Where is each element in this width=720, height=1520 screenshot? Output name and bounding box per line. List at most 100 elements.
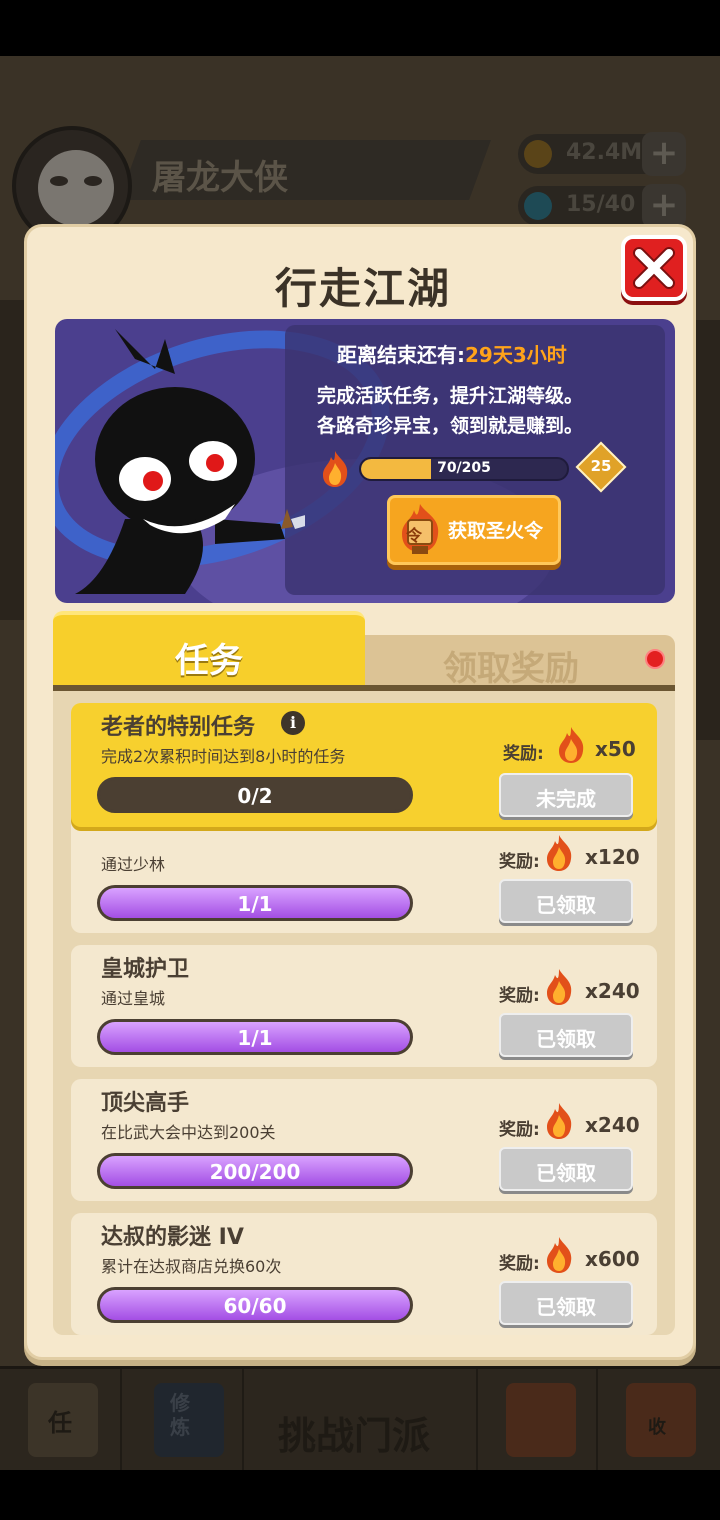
task-name: 皇城护卫 [101, 957, 190, 982]
reward-quantity: x50 [595, 737, 636, 761]
flame-icon [541, 1101, 577, 1145]
flame-icon [541, 967, 577, 1011]
task-status-button[interactable]: 已领取 [499, 1281, 633, 1325]
reward-quantity: x600 [585, 1247, 640, 1271]
level-progress-text: 70/205 [437, 460, 491, 476]
task-card: 老者的特别任务 i 完成2次累积时间达到8小时的任务 0/2 奖励: x50 未完成 [71, 703, 657, 827]
tab-tasks-label: 任务 [175, 641, 243, 681]
token-icon-char: 令 [406, 526, 423, 545]
task-description: 通过少林 [101, 855, 166, 874]
desc-line-2: 各路奇珍异宝，领到就是赚到。 [317, 415, 584, 437]
task-name: 老者的特别任务 [101, 715, 256, 740]
tab-tasks[interactable]: 任务 [53, 611, 365, 689]
task-status-label: 未完成 [536, 787, 596, 811]
task-progress-text: 0/2 [237, 784, 273, 808]
get-token-button[interactable]: 令 获取圣火令 [387, 495, 561, 565]
task-progress-bar: 0/2 [97, 777, 413, 813]
nav-cell-train[interactable]: 修炼 [122, 1369, 244, 1473]
level-value: 25 [590, 457, 612, 475]
avatar-face [38, 150, 114, 226]
helmet-icon [506, 1383, 576, 1457]
nav-cell-task[interactable]: 任 [0, 1369, 122, 1473]
task-status-button[interactable]: 已领取 [499, 1013, 633, 1057]
add-energy-button[interactable]: + [642, 184, 686, 228]
coin-icon [524, 140, 552, 168]
flame-icon [553, 725, 589, 769]
task-status-button[interactable]: 已领取 [499, 879, 633, 923]
countdown-label: 距离结束还有: [337, 343, 465, 367]
task-progress-text: 200/200 [209, 1160, 301, 1184]
task-card: 皇城护卫通过皇城 1/1 奖励: x240 已领取 [71, 945, 657, 1067]
nav-cell-shop[interactable] [476, 1369, 598, 1473]
gold-counter: 42.4M + [518, 132, 686, 176]
task-description: 通过皇城 [101, 989, 166, 1008]
tab-claim-rewards-label: 领取奖励 [443, 649, 579, 689]
task-progress-bar: 200/200 [97, 1153, 413, 1189]
energy-value: 15/40 [566, 192, 636, 217]
task-card: 顶尖高手在比武大会中达到200关 200/200 奖励: x240 已领取 [71, 1079, 657, 1201]
reward-label: 奖励: [499, 1120, 540, 1140]
gold-value: 42.4M [566, 140, 643, 165]
scroll-icon: 任 [28, 1383, 98, 1457]
modal-title: 行走江湖 [274, 264, 451, 313]
system-nav-bar [0, 1470, 720, 1520]
activity-modal: 行走江湖 距离结束还有:29天3小时 完成活跃任务，提升江湖等级。 各路奇珍异宝… [24, 224, 696, 1360]
task-name: 顶尖高手 [101, 1091, 190, 1116]
task-status-button[interactable]: 已领取 [499, 1147, 633, 1191]
task-name: 达叔的影迷 IV [101, 1225, 244, 1250]
avatar-eye [84, 176, 102, 186]
event-banner: 距离结束还有:29天3小时 完成活跃任务，提升江湖等级。 各路奇珍异宝，领到就是… [55, 319, 675, 603]
flame-icon [541, 1235, 577, 1279]
task-status-label: 已领取 [536, 1027, 596, 1051]
task-description: 完成2次累积时间达到8小时的任务 [101, 747, 346, 766]
task-status-button[interactable]: 未完成 [499, 773, 633, 817]
task-progress-text: 1/1 [237, 1026, 273, 1050]
challenge-sect-label[interactable]: 挑战门派 [278, 1405, 430, 1460]
reward-label: 奖励: [499, 1254, 540, 1274]
reward-quantity: x120 [585, 845, 640, 869]
book-icon-char: 修炼 [170, 1391, 190, 1439]
bottom-nav: 任 修炼 挑战门派 收 [0, 1366, 720, 1473]
nav-cell-collect[interactable]: 收 [598, 1369, 720, 1473]
task-progress-bar: 60/60 [97, 1287, 413, 1323]
balloon-icon [524, 192, 552, 220]
task-status-label: 已领取 [536, 1295, 596, 1319]
task-status-label: 已领取 [536, 893, 596, 917]
flame-icon [541, 833, 577, 877]
screen: { "background": { "player_name": "屠龙大侠",… [0, 0, 720, 1520]
house-icon-char: 收 [648, 1417, 666, 1438]
task-progress-bar: 1/1 [97, 1019, 413, 1055]
ninja-character-icon [75, 329, 305, 594]
task-progress-text: 1/1 [237, 892, 273, 916]
close-icon [633, 247, 675, 289]
task-description: 累计在达叔商店兑换60次 [101, 1257, 282, 1276]
reward-label: 奖励: [503, 744, 544, 764]
task-status-label: 已领取 [536, 1161, 596, 1185]
level-progress-bar: 70/205 [359, 457, 569, 481]
add-gold-button[interactable]: + [642, 132, 686, 176]
task-card: 达叔的影迷 IV 累计在达叔商店兑换60次 60/60 奖励: x600 已领取 [71, 1213, 657, 1335]
flame-icon [323, 451, 348, 487]
countdown-text: 距离结束还有:29天3小时 [337, 339, 567, 368]
avatar-eye [50, 176, 68, 186]
reward-label: 奖励: [499, 986, 540, 1006]
info-icon[interactable]: i [281, 711, 305, 735]
reward-quantity: x240 [585, 979, 640, 1003]
task-description: 在比武大会中达到200关 [101, 1123, 276, 1142]
task-list[interactable]: 达叔的影迷 IV 累计在达叔商店兑换60次 60/60 奖励: x600 已领取 顶尖高手在… [53, 691, 675, 1335]
close-button[interactable] [621, 235, 687, 301]
house-icon: 收 [626, 1383, 696, 1457]
reward-label: 奖励: [499, 852, 540, 872]
countdown-value: 29天3小时 [465, 343, 567, 367]
scroll-icon-char: 任 [48, 1409, 72, 1437]
energy-counter: 15/40 + [518, 184, 686, 228]
desc-line-1: 完成活跃任务，提升江湖等级。 [317, 385, 584, 407]
book-icon: 修炼 [154, 1383, 224, 1457]
task-progress-bar: 1/1 [97, 885, 413, 921]
task-progress-text: 60/60 [223, 1294, 287, 1318]
player-name: 屠龙大侠 [152, 158, 288, 198]
get-token-label: 获取圣火令 [448, 520, 544, 542]
notification-dot [645, 649, 665, 669]
reward-quantity: x240 [585, 1113, 640, 1137]
tab-claim-rewards[interactable]: 领取奖励 [363, 635, 675, 691]
